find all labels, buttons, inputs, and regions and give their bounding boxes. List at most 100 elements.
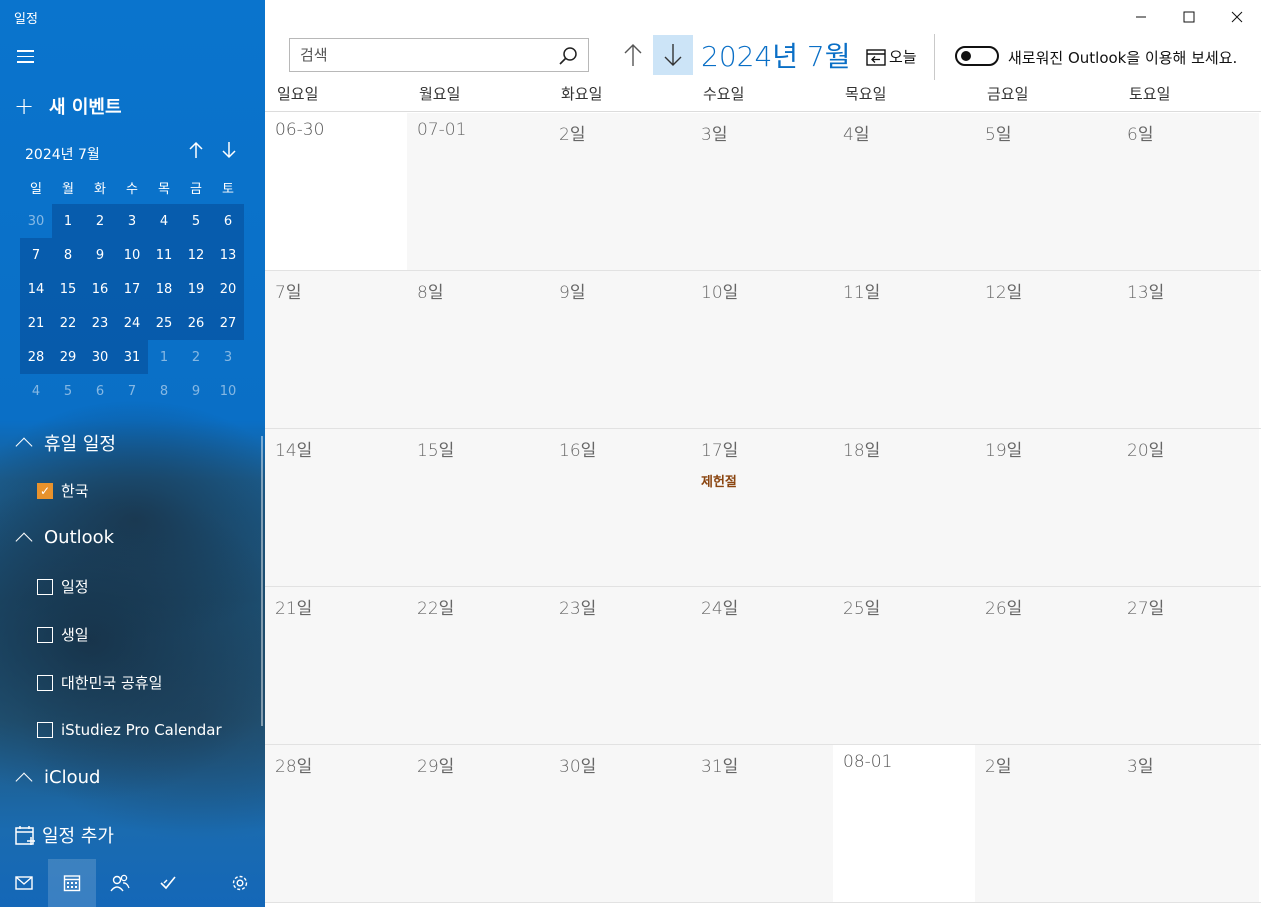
mini-calendar-day[interactable]: 30 — [84, 340, 116, 374]
mini-calendar-day[interactable]: 7 — [116, 374, 148, 408]
section-icloud-header[interactable]: iCloud — [14, 767, 100, 789]
mini-calendar-day[interactable]: 30 — [20, 204, 52, 238]
mini-calendar-day[interactable]: 29 — [52, 340, 84, 374]
search-input[interactable] — [300, 45, 540, 65]
calendar-day-cell[interactable]: 24일 — [691, 587, 833, 744]
calendar-day-cell[interactable]: 20일 — [1117, 429, 1259, 586]
mini-calendar-day[interactable]: 28 — [20, 340, 52, 374]
calendar-day-cell[interactable]: 2일 — [549, 113, 691, 270]
mini-calendar-day[interactable]: 5 — [52, 374, 84, 408]
calendar-item-korean-holidays[interactable]: 대한민국 공휴일 — [37, 672, 162, 693]
calendar-day-cell[interactable]: 08-01 — [833, 745, 975, 902]
checkbox-icon[interactable] — [37, 578, 53, 595]
new-event-button[interactable]: + 새 이벤트 — [14, 93, 122, 119]
maximize-icon[interactable] — [1165, 0, 1213, 34]
mini-calendar-prev-arrow-up-icon[interactable] — [188, 141, 204, 164]
mini-calendar-day[interactable]: 22 — [52, 306, 84, 340]
calendar-day-cell[interactable]: 29일 — [407, 745, 549, 902]
settings-icon[interactable] — [216, 859, 264, 907]
mini-calendar-day[interactable]: 20 — [212, 272, 244, 306]
mini-calendar-day[interactable]: 12 — [180, 238, 212, 272]
calendar-day-cell[interactable]: 25일 — [833, 587, 975, 744]
calendar-day-cell[interactable]: 28일 — [265, 745, 407, 902]
checkbox-checked-icon[interactable]: ✓ — [37, 482, 53, 499]
mail-icon[interactable] — [0, 859, 48, 907]
new-outlook-toggle[interactable] — [955, 46, 999, 66]
calendar-item-korea[interactable]: ✓ 한국 — [37, 480, 89, 501]
calendar-item-birthday[interactable]: 생일 — [37, 624, 89, 645]
calendar-day-cell[interactable]: 12일 — [975, 271, 1117, 428]
people-icon[interactable] — [96, 859, 144, 907]
mini-calendar-day[interactable]: 1 — [52, 204, 84, 238]
mini-calendar-day[interactable]: 16 — [84, 272, 116, 306]
mini-calendar-day[interactable]: 14 — [20, 272, 52, 306]
minimize-icon[interactable] — [1117, 0, 1165, 34]
calendar-day-cell[interactable]: 4일 — [833, 113, 975, 270]
mini-calendar-day[interactable]: 1 — [148, 340, 180, 374]
calendar-day-cell[interactable]: 22일 — [407, 587, 549, 744]
calendar-day-cell[interactable]: 30일 — [549, 745, 691, 902]
mini-calendar-day[interactable]: 15 — [52, 272, 84, 306]
mini-calendar-day[interactable]: 13 — [212, 238, 244, 272]
todo-icon[interactable] — [144, 859, 192, 907]
calendar-day-cell[interactable]: 31일 — [691, 745, 833, 902]
mini-calendar-day[interactable]: 9 — [84, 238, 116, 272]
mini-calendar-day[interactable]: 6 — [84, 374, 116, 408]
calendar-item-schedule[interactable]: 일정 — [37, 576, 89, 597]
calendar-day-cell[interactable]: 10일 — [691, 271, 833, 428]
calendar-day-cell[interactable]: 06-30 — [265, 113, 407, 270]
sidebar-scrollbar[interactable] — [261, 436, 263, 726]
mini-calendar-day[interactable]: 26 — [180, 306, 212, 340]
calendar-day-cell[interactable]: 7일 — [265, 271, 407, 428]
mini-calendar-day[interactable]: 2 — [84, 204, 116, 238]
mini-calendar-day[interactable]: 27 — [212, 306, 244, 340]
calendar-event[interactable]: 제헌절 — [701, 471, 823, 490]
calendar-day-cell[interactable]: 3일 — [1117, 745, 1259, 902]
calendar-day-cell[interactable]: 16일 — [549, 429, 691, 586]
mini-calendar-day[interactable]: 4 — [148, 204, 180, 238]
calendar-day-cell[interactable]: 15일 — [407, 429, 549, 586]
mini-calendar-day[interactable]: 21 — [20, 306, 52, 340]
calendar-day-cell[interactable]: 3일 — [691, 113, 833, 270]
mini-calendar-day[interactable]: 19 — [180, 272, 212, 306]
calendar-day-cell[interactable]: 9일 — [549, 271, 691, 428]
calendar-day-cell[interactable]: 27일 — [1117, 587, 1259, 744]
calendar-day-cell[interactable]: 23일 — [549, 587, 691, 744]
mini-calendar-day[interactable]: 6 — [212, 204, 244, 238]
mini-calendar-day[interactable]: 31 — [116, 340, 148, 374]
hamburger-menu-icon[interactable] — [17, 50, 34, 63]
calendar-day-cell[interactable]: 5일 — [975, 113, 1117, 270]
calendar-day-cell[interactable]: 19일 — [975, 429, 1117, 586]
checkbox-icon[interactable] — [37, 722, 53, 738]
mini-calendar-day[interactable]: 17 — [116, 272, 148, 306]
calendar-day-cell[interactable]: 17일 제헌절 — [691, 429, 833, 586]
calendar-day-cell[interactable]: 6일 — [1117, 113, 1259, 270]
mini-calendar-month[interactable]: 2024년 7월 — [25, 144, 100, 164]
mini-calendar-day[interactable]: 25 — [148, 306, 180, 340]
mini-calendar-day[interactable]: 3 — [212, 340, 244, 374]
calendar-day-cell[interactable]: 18일 — [833, 429, 975, 586]
close-icon[interactable] — [1213, 0, 1261, 34]
calendar-day-cell[interactable]: 14일 — [265, 429, 407, 586]
month-title[interactable]: 2024년 7월 — [701, 35, 851, 75]
mini-calendar-day[interactable]: 2 — [180, 340, 212, 374]
mini-calendar-day[interactable]: 3 — [116, 204, 148, 238]
calendar-icon[interactable] — [48, 859, 96, 907]
calendar-item-istudiez[interactable]: iStudiez Pro Calendar — [37, 721, 222, 739]
mini-calendar-day[interactable]: 11 — [148, 238, 180, 272]
checkbox-icon[interactable] — [37, 674, 53, 691]
mini-calendar-day[interactable]: 24 — [116, 306, 148, 340]
section-holiday-header[interactable]: 휴일 일정 — [14, 430, 116, 456]
calendar-day-cell[interactable]: 26일 — [975, 587, 1117, 744]
calendar-day-cell[interactable]: 07-01 — [407, 113, 549, 270]
today-button[interactable]: 오늘 — [866, 46, 917, 67]
calendar-day-cell[interactable]: 2일 — [975, 745, 1117, 902]
mini-calendar-day[interactable]: 5 — [180, 204, 212, 238]
mini-calendar-day[interactable]: 10 — [116, 238, 148, 272]
mini-calendar-day[interactable]: 8 — [148, 374, 180, 408]
mini-calendar-day[interactable]: 23 — [84, 306, 116, 340]
next-month-arrow-down-icon[interactable] — [653, 35, 693, 75]
search-icon[interactable] — [558, 46, 578, 70]
mini-calendar-day[interactable]: 18 — [148, 272, 180, 306]
mini-calendar-next-arrow-down-icon[interactable] — [221, 141, 237, 164]
